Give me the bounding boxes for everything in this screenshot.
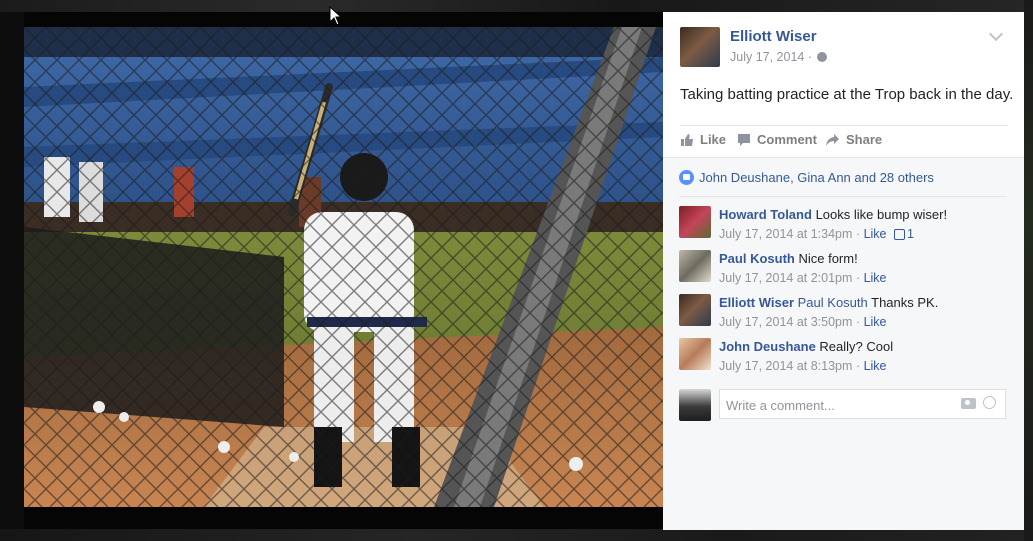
comment-body: Paul Kosuth Nice form! — [719, 251, 858, 266]
comment-time[interactable]: July 17, 2014 at 1:34pm — [719, 227, 852, 241]
share-icon — [826, 134, 839, 146]
comment-like-link[interactable]: Like — [864, 315, 887, 329]
current-user-avatar[interactable] — [679, 389, 711, 421]
comment-item: Paul Kosuth Nice form! July 17, 2014 at … — [679, 250, 1009, 290]
share-label: Share — [846, 132, 883, 147]
comment-label: Comment — [757, 132, 817, 147]
comment-body: Howard Toland Looks like bump wiser! — [719, 207, 947, 222]
divider — [679, 196, 1007, 197]
comment-author[interactable]: Paul Kosuth — [719, 251, 795, 266]
comment-body: Elliott Wiser Paul Kosuth Thanks PK. — [719, 295, 938, 310]
background-page-bottom — [0, 529, 1033, 541]
comment-like-link[interactable]: Like — [864, 271, 887, 285]
commenter-avatar[interactable] — [679, 250, 711, 282]
camera-icon[interactable] — [961, 398, 976, 409]
thumbs-up-icon — [894, 229, 905, 240]
separator: · — [855, 271, 861, 285]
comment-like-link[interactable]: Like — [864, 359, 887, 373]
post-photo[interactable] — [24, 27, 663, 507]
comment-item: John Deushane Really? Cool July 17, 2014… — [679, 338, 1009, 378]
comment-input-box[interactable] — [719, 389, 1006, 419]
comment-like-link[interactable]: Like — [864, 227, 887, 241]
comment-item: Howard Toland Looks like bump wiser! Jul… — [679, 206, 1009, 246]
comment-time[interactable]: July 17, 2014 at 8:13pm — [719, 359, 852, 373]
chevron-down-icon[interactable] — [988, 26, 1004, 42]
comment-body: John Deushane Really? Cool — [719, 339, 893, 354]
separator: · — [855, 315, 861, 329]
post-text: Taking batting practice at the Trop back… — [680, 86, 1014, 103]
comment-author[interactable]: Elliott Wiser — [719, 295, 794, 310]
commenter-avatar[interactable] — [679, 294, 711, 326]
share-button[interactable]: Share — [825, 132, 882, 147]
likes-summary-text[interactable]: John Deushane, Gina Ann and 28 others — [699, 170, 934, 185]
post-author-name[interactable]: Elliott Wiser — [730, 28, 817, 45]
comment-meta: July 17, 2014 at 8:13pm · Like — [719, 359, 887, 373]
comment-text: Looks like bump wiser! — [815, 207, 948, 222]
comment-button[interactable]: Comment — [737, 132, 817, 147]
comment-meta: July 17, 2014 at 2:01pm · Like — [719, 271, 887, 285]
comment-meta: July 17, 2014 at 3:50pm · Like — [719, 315, 887, 329]
globe-icon[interactable] — [817, 52, 828, 62]
comment-author[interactable]: Howard Toland — [719, 207, 812, 222]
comment-text: Nice form! — [798, 251, 858, 266]
emoji-icon[interactable] — [983, 396, 996, 409]
thumbs-up-icon — [681, 134, 693, 146]
author-avatar[interactable] — [680, 27, 720, 67]
commenter-avatar[interactable] — [679, 206, 711, 238]
commenter-avatar[interactable] — [679, 338, 711, 370]
post-meta: July 17, 2014 · — [730, 50, 828, 64]
comment-time[interactable]: July 17, 2014 at 2:01pm — [719, 271, 852, 285]
comment-like-count[interactable]: 1 — [907, 227, 914, 241]
comment-text: Thanks PK. — [871, 295, 939, 310]
post-side-panel: Elliott Wiser July 17, 2014 · Taking bat… — [663, 12, 1024, 530]
comment-author[interactable]: John Deushane — [719, 339, 816, 354]
comment-tag[interactable]: Paul Kosuth — [798, 295, 868, 310]
comment-input[interactable] — [724, 395, 948, 415]
post-date[interactable]: July 17, 2014 · — [730, 50, 812, 64]
divider — [680, 125, 1008, 126]
comment-composer — [679, 389, 1009, 423]
like-label: Like — [700, 132, 727, 147]
separator: · — [855, 359, 861, 373]
comment-text: Really? Cool — [819, 339, 894, 354]
background-page-right — [1024, 0, 1033, 541]
likes-summary[interactable]: John Deushane, Gina Ann and 28 others — [679, 170, 934, 185]
like-button[interactable]: Like — [680, 132, 726, 147]
comment-meta: July 17, 2014 at 1:34pm · Like 1 — [719, 227, 914, 241]
background-page-top — [0, 0, 1033, 12]
separator: · — [855, 227, 861, 241]
like-reaction-icon — [679, 170, 694, 185]
feedback-section: John Deushane, Gina Ann and 28 others Ho… — [663, 157, 1024, 530]
mouse-cursor-icon — [329, 6, 343, 26]
batting-practice-image — [24, 27, 663, 507]
comment-item: Elliott Wiser Paul Kosuth Thanks PK. Jul… — [679, 294, 1009, 334]
comment-icon — [738, 134, 750, 146]
comment-time[interactable]: July 17, 2014 at 3:50pm — [719, 315, 852, 329]
